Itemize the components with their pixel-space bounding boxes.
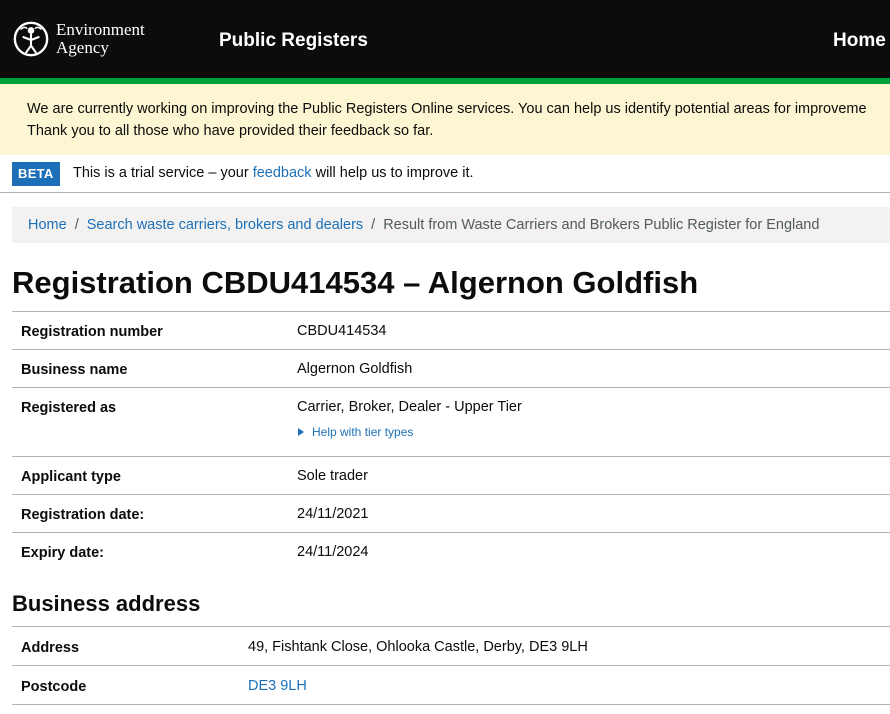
triangle-right-icon [298,428,304,436]
summary-key: Postcode [21,679,87,695]
beta-text: This is a trial service – your feedback … [73,164,474,182]
summary-row-registered-as: Registered as Carrier, Broker, Dealer - … [12,388,890,457]
summary-value: Carrier, Broker, Dealer - Upper Tier [297,399,522,415]
beta-banner: BETA This is a trial service – your feed… [0,155,890,193]
beta-text-after: will help us to improve it. [311,165,474,181]
site-header: Environment Agency Public Registers Home [0,0,890,80]
postcode-link[interactable]: DE3 9LH [248,678,307,694]
summary-value: Sole trader [297,468,368,484]
page-title: Registration CBDU414534 – Algernon Goldf… [12,265,699,300]
summary-value: 24/11/2021 [297,506,369,522]
summary-key: Applicant type [21,469,121,485]
beta-text-before: This is a trial service – your [73,165,253,181]
summary-value: CBDU414534 [297,323,387,339]
summary-row-registration-number: Registration number CBDU414534 [12,312,890,350]
summary-row-applicant-type: Applicant type Sole trader [12,457,890,495]
help-tier-types-label: Help with tier types [312,425,414,439]
registration-summary-list: Registration number CBDU414534 Business … [12,311,890,571]
summary-value: 49, Fishtank Close, Ohlooka Castle, Derb… [248,639,588,655]
notice-line-1: We are currently working on improving th… [27,101,867,117]
logo-text: Environment Agency [56,20,145,57]
summary-value: 24/11/2024 [297,544,369,560]
summary-key: Business name [21,362,128,378]
help-tier-types-toggle[interactable]: Help with tier types [298,425,413,439]
summary-row-expiry-date: Expiry date: 24/11/2024 [12,533,890,571]
summary-value: DE3 9LH [248,677,307,695]
notice-banner: We are currently working on improving th… [0,84,890,155]
summary-value: Algernon Goldfish [297,361,413,377]
summary-row-registration-date: Registration date: 24/11/2021 [12,495,890,533]
breadcrumb-current: Result from Waste Carriers and Brokers P… [383,217,820,233]
environment-agency-logo[interactable]: Environment Agency [12,17,172,61]
breadcrumb-separator: / [74,217,79,233]
environment-agency-logo-icon [13,21,49,57]
summary-key: Expiry date: [21,545,104,561]
summary-key: Registration number [21,324,163,340]
breadcrumb-home-link[interactable]: Home [28,217,67,233]
summary-key: Address [21,640,80,656]
breadcrumb-separator: / [371,217,376,233]
header-home-link[interactable]: Home [833,30,886,52]
summary-row-address: Address 49, Fishtank Close, Ohlooka Cast… [12,627,890,666]
notice-line-2: Thank you to all those who have provided… [27,123,434,139]
summary-key: Registered as [21,400,117,416]
service-name-link[interactable]: Public Registers [219,30,368,52]
summary-key: Registration date: [21,507,145,523]
summary-row-postcode: Postcode DE3 9LH [12,666,890,705]
feedback-link[interactable]: feedback [253,165,312,181]
breadcrumb-search-link[interactable]: Search waste carriers, brokers and deale… [87,217,363,233]
beta-tag: BETA [12,162,60,186]
breadcrumb: Home / Search waste carriers, brokers and … [12,207,890,243]
business-address-summary-list: Address 49, Fishtank Close, Ohlooka Cast… [12,626,890,705]
summary-row-business-name: Business name Algernon Goldfish [12,350,890,388]
business-address-heading: Business address [12,591,201,616]
